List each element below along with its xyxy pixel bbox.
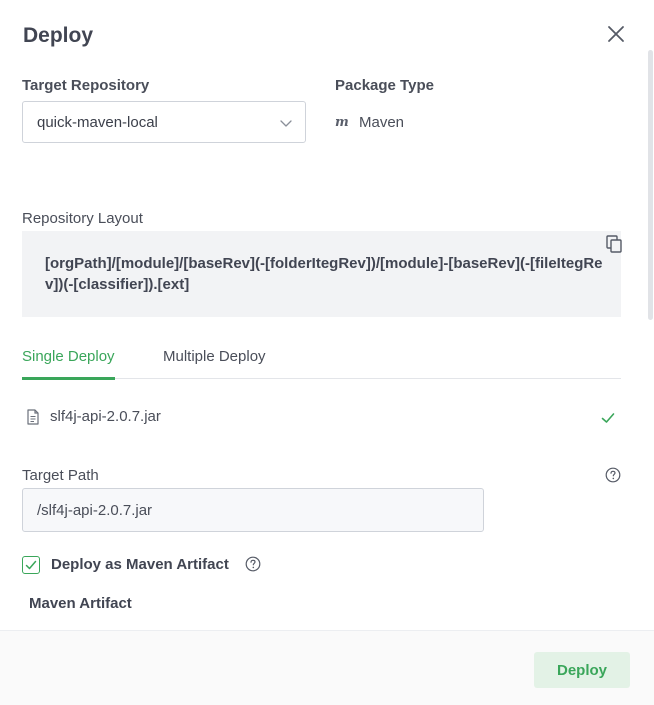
- help-icon[interactable]: [245, 556, 261, 572]
- maven-icon: m: [335, 115, 349, 130]
- target-path-label: Target Path: [22, 467, 99, 484]
- maven-artifact-heading: Maven Artifact: [29, 595, 132, 608]
- target-repository-value: quick-maven-local: [37, 114, 158, 131]
- close-icon: [608, 26, 624, 42]
- package-type-value: Maven: [359, 114, 405, 131]
- maven-section-clip: Maven Artifact: [0, 590, 640, 608]
- deploy-dialog: Deploy Target Repository quick-maven-loc…: [0, 0, 654, 705]
- tab-single-deploy[interactable]: Single Deploy: [22, 348, 115, 380]
- copy-icon[interactable]: [605, 235, 623, 253]
- chevron-down-icon: [280, 120, 292, 127]
- deploy-tabs: Single Deploy Multiple Deploy: [22, 340, 621, 380]
- tab-multiple-deploy[interactable]: Multiple Deploy: [163, 348, 266, 377]
- target-repository-select[interactable]: quick-maven-local: [22, 101, 306, 143]
- check-icon: [25, 560, 37, 570]
- close-button[interactable]: [604, 22, 628, 46]
- scrollbar-thumb[interactable]: [648, 50, 653, 320]
- file-name: slf4j-api-2.0.7.jar: [50, 408, 161, 425]
- uploaded-file-row: slf4j-api-2.0.7.jar: [26, 406, 618, 430]
- help-icon[interactable]: [605, 467, 621, 483]
- file-icon: [27, 409, 39, 425]
- repository-layout-box: [orgPath]/[module]/[baseRev](-[folderIte…: [22, 231, 623, 317]
- deploy-button[interactable]: Deploy: [534, 652, 630, 688]
- target-path-input[interactable]: [22, 488, 484, 532]
- dialog-footer: Deploy: [0, 630, 654, 705]
- check-icon: [601, 413, 615, 423]
- deploy-as-maven-checkbox[interactable]: [22, 556, 40, 574]
- repository-layout-value: [orgPath]/[module]/[baseRev](-[folderIte…: [45, 255, 603, 293]
- target-repository-label: Target Repository: [22, 77, 150, 94]
- package-type-label: Package Type: [335, 77, 434, 94]
- dialog-title: Deploy: [23, 24, 94, 47]
- repository-layout-label: Repository Layout: [22, 210, 143, 227]
- deploy-as-maven-label[interactable]: Deploy as Maven Artifact: [51, 556, 229, 573]
